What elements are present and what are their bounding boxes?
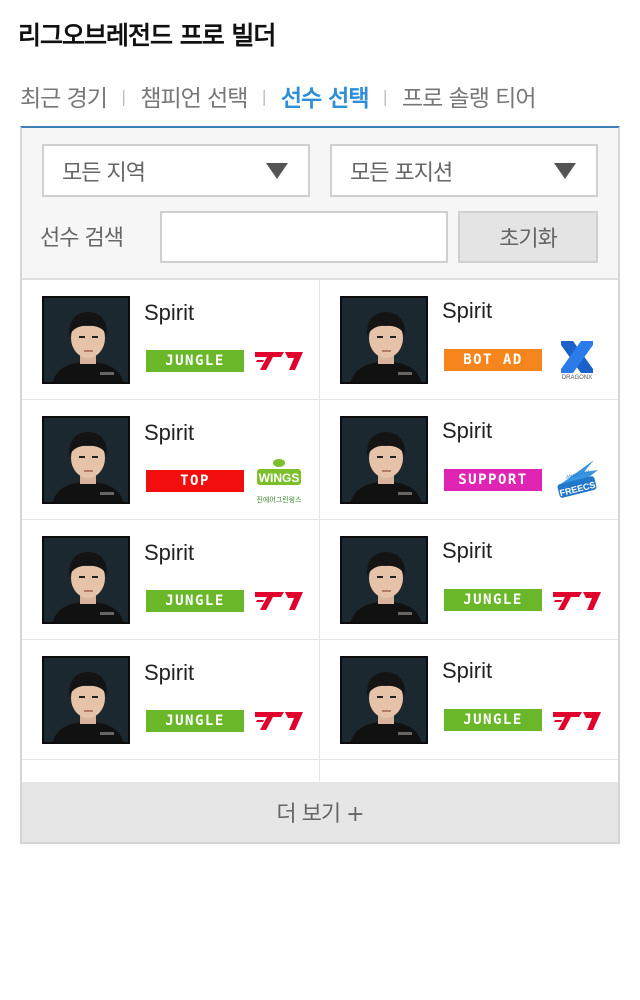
position-select-value: 모든 포지션 xyxy=(350,160,453,186)
player-photo-image xyxy=(44,298,128,382)
player-row: Spirit TOP WINGS 진에어그린윙스 Spirit SUPPORT … xyxy=(22,400,618,520)
svg-text:WINGS: WINGS xyxy=(259,471,300,485)
role-badge: BOT AD xyxy=(444,349,542,371)
player-name: Spirit xyxy=(144,300,195,325)
player-photo-image xyxy=(342,298,426,382)
player-card[interactable]: Spirit TOP WINGS 진에어그린윙스 xyxy=(22,400,320,520)
t1-logo-image xyxy=(255,712,303,730)
player-photo xyxy=(42,656,130,744)
player-card[interactable]: Spirit JUNGLE xyxy=(22,640,320,760)
team-logo xyxy=(552,696,602,746)
player-row: Spirit JUNGLE Spirit BOT AD DRAGONX xyxy=(22,280,618,400)
role-badge: JUNGLE xyxy=(444,589,542,611)
role-badge: TOP xyxy=(146,470,244,492)
team-logo: FREECS AfreecaTV xyxy=(552,456,602,506)
player-search-input[interactable] xyxy=(160,211,448,263)
player-photo-image xyxy=(44,658,128,742)
jag-logo-image: WINGS xyxy=(257,459,301,485)
role-badge: JUNGLE xyxy=(146,710,244,732)
player-card[interactable]: Spirit JUNGLE xyxy=(320,520,618,640)
role-badge: SUPPORT xyxy=(444,469,542,491)
position-select[interactable]: 모든 포지션 xyxy=(330,144,598,197)
player-photo-image xyxy=(342,418,426,502)
player-photo xyxy=(340,656,428,744)
t1-logo-image xyxy=(553,712,601,730)
player-card[interactable]: Spirit JUNGLE xyxy=(22,280,320,400)
more-button[interactable]: 더 보기 + xyxy=(22,782,618,842)
player-photo xyxy=(340,536,428,624)
region-select-value: 모든 지역 xyxy=(62,160,146,186)
filter-area: 모든 지역 모든 포지션 선수 검색 초기화 xyxy=(22,128,618,280)
t1-logo-image xyxy=(553,592,601,610)
tab-divider: | xyxy=(382,86,388,106)
team-logo xyxy=(254,696,304,746)
player-name: Spirit xyxy=(144,540,195,565)
jag-logo: WINGS 진에어그린윙스 xyxy=(255,457,303,505)
player-card[interactable]: Spirit SUPPORT FREECS AfreecaTV xyxy=(320,400,618,520)
player-row: Spirit JUNGLE Spirit JUNGLE xyxy=(22,640,618,760)
player-name: Spirit xyxy=(144,420,195,445)
t1-logo-image xyxy=(255,352,303,370)
player-card[interactable]: Spirit JUNGLE xyxy=(22,520,320,640)
player-photo-image xyxy=(342,538,426,622)
player-photo-image xyxy=(44,538,128,622)
player-photo xyxy=(42,416,130,504)
tab-recent-games[interactable]: 최근 경기 xyxy=(20,79,108,113)
team-logo xyxy=(552,576,602,626)
team-logo xyxy=(254,576,304,626)
tab-bar: 최근 경기 | 챔피언 선택 | 선수 선택 | 프로 솔랭 티어 xyxy=(20,76,620,116)
search-label: 선수 검색 xyxy=(40,226,124,251)
role-badge: JUNGLE xyxy=(444,709,542,731)
player-photo xyxy=(340,296,428,384)
tab-pro-soloq-tier[interactable]: 프로 솔랭 티어 xyxy=(402,79,537,113)
app-title: 리그오브레전드 프로 빌더 xyxy=(18,21,276,50)
drx-logo-image xyxy=(561,341,593,373)
chevron-down-icon xyxy=(554,163,576,179)
drx-logo: DRAGONX xyxy=(557,339,597,383)
tab-champion-select[interactable]: 챔피언 선택 xyxy=(140,79,248,113)
player-row: Spirit JUNGLE Spirit JUNGLE xyxy=(22,520,618,640)
team-logo xyxy=(254,336,304,386)
role-badge: JUNGLE xyxy=(146,590,244,612)
player-photo xyxy=(42,536,130,624)
jag-logo-text: 진에어그린윙스 xyxy=(256,496,302,504)
afreeca-logo-image: FREECS AfreecaTV xyxy=(557,460,598,498)
team-logo: DRAGONX xyxy=(552,336,602,386)
player-photo xyxy=(42,296,130,384)
player-photo-image xyxy=(342,658,426,742)
player-name: Spirit xyxy=(442,538,493,563)
reset-button[interactable]: 초기화 xyxy=(458,211,598,263)
player-photo xyxy=(340,416,428,504)
player-card[interactable]: Spirit BOT AD DRAGONX xyxy=(320,280,618,400)
player-select-panel: 모든 지역 모든 포지션 선수 검색 초기화 Spirit JUNGLE Spi… xyxy=(20,126,620,844)
team-logo: WINGS 진에어그린윙스 xyxy=(254,456,304,506)
player-card[interactable]: Spirit JUNGLE xyxy=(320,640,618,760)
player-name: Spirit xyxy=(144,660,195,685)
tab-divider: | xyxy=(261,86,267,106)
drx-logo-text: DRAGONX xyxy=(561,375,593,381)
player-photo-image xyxy=(44,418,128,502)
player-name: Spirit xyxy=(442,298,493,323)
role-badge: JUNGLE xyxy=(146,350,244,372)
tab-divider: | xyxy=(120,86,127,106)
tab-player-select[interactable]: 선수 선택 xyxy=(281,79,370,113)
chevron-down-icon xyxy=(266,163,288,179)
player-name: Spirit xyxy=(442,418,493,443)
region-select[interactable]: 모든 지역 xyxy=(42,144,310,197)
t1-logo-image xyxy=(255,592,303,610)
player-name: Spirit xyxy=(442,658,493,683)
